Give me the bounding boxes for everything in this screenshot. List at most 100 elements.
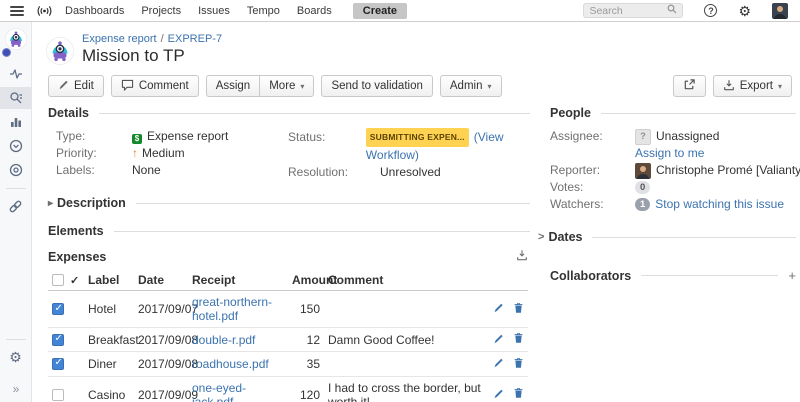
page-title: Mission to TP — [82, 46, 185, 66]
sidebar-item-reports[interactable] — [0, 111, 32, 133]
cell-date: 2017/09/08 — [134, 328, 188, 352]
app-logo-icon[interactable] — [36, 4, 53, 18]
assignee-value: ? Unassigned — [635, 128, 719, 145]
sidebar-item-search-issues[interactable] — [0, 87, 32, 109]
receipt-link[interactable]: great-northern-hotel.pdf — [192, 295, 272, 323]
cell-comment: I had to cross the border, but worth it! — [324, 376, 486, 402]
delete-row-icon[interactable] — [513, 332, 524, 347]
chevron-right-icon: ▸ — [48, 198, 53, 209]
delete-row-icon[interactable] — [513, 387, 524, 402]
row-checkbox[interactable] — [52, 389, 64, 401]
delete-row-icon[interactable] — [513, 357, 524, 372]
type-value: $Expense report — [132, 128, 228, 145]
share-button[interactable] — [673, 75, 706, 97]
assign-button-group: Assign More ▾ — [206, 75, 315, 97]
receipt-link[interactable]: roadhouse.pdf — [192, 357, 269, 371]
table-row: Hotel 2017/09/07 great-northern-hotel.pd… — [48, 291, 528, 328]
assign-to-me-link[interactable]: Assign to me — [635, 145, 704, 162]
cell-date: 2017/09/08 — [134, 352, 188, 376]
row-checkbox[interactable] — [52, 334, 64, 346]
assign-button[interactable]: Assign — [206, 75, 260, 97]
cell-amount: 12 — [288, 328, 324, 352]
breadcrumb-project-link[interactable]: Expense report — [82, 33, 157, 45]
create-button[interactable]: Create — [353, 3, 407, 19]
avatar-badge — [2, 48, 11, 57]
help-button[interactable]: ? — [704, 4, 717, 17]
delete-row-icon[interactable] — [513, 302, 524, 317]
people-module-header: People — [550, 106, 796, 120]
dates-heading: Dates — [548, 230, 582, 244]
priority-text: Medium — [142, 146, 185, 160]
project-sidebar: ⚙ » — [0, 22, 32, 402]
edit-row-icon[interactable] — [493, 357, 504, 371]
priority-label: Priority: — [48, 145, 132, 162]
nav-issues[interactable]: Issues — [198, 5, 230, 17]
reporter-text: Christophe Promé [Valiantys] — [656, 162, 800, 179]
sidebar-collapse-button[interactable]: » — [0, 378, 32, 400]
status-badge: SUBMITTING EXPEN... — [366, 128, 469, 147]
sidebar-item-releases[interactable] — [0, 135, 32, 157]
nav-tempo[interactable]: Tempo — [247, 5, 280, 17]
elements-module-header: Elements — [48, 224, 530, 238]
edit-button[interactable]: Edit — [48, 75, 104, 97]
admin-dropdown-button[interactable]: Admin ▾ — [440, 75, 502, 97]
toolbar-right-group: Export ▾ — [673, 75, 792, 97]
menu-icon[interactable] — [10, 6, 24, 16]
labels-label: Labels: — [48, 162, 132, 179]
reporter-avatar[interactable] — [635, 163, 651, 179]
description-module-header[interactable]: ▸ Description — [48, 196, 530, 210]
comment-button[interactable]: Comment — [111, 75, 199, 97]
project-avatar-small[interactable] — [5, 28, 27, 55]
breadcrumb-separator: / — [161, 33, 164, 45]
admin-label: Admin — [450, 80, 483, 92]
description-heading: Description — [57, 196, 126, 210]
chevron-down-icon: ▾ — [300, 82, 304, 91]
heading-rule — [601, 113, 796, 114]
cell-comment — [324, 352, 486, 376]
sidebar-item-settings-circle[interactable] — [0, 159, 32, 181]
sidebar-item-links[interactable] — [0, 195, 32, 217]
issue-main-column: Details Type: $Expense report Priority: … — [48, 106, 530, 402]
stop-watching-link[interactable]: Stop watching this issue — [655, 196, 784, 213]
dates-module-header[interactable]: > Dates — [550, 230, 796, 244]
expenses-header: Expenses — [48, 249, 528, 264]
details-module-header[interactable]: Details — [48, 106, 530, 120]
heading-rule — [592, 237, 796, 238]
nav-dashboards[interactable]: Dashboards — [65, 5, 124, 17]
receipt-link[interactable]: double-r.pdf — [192, 333, 255, 347]
details-fields: Type: $Expense report Priority: ↑Medium … — [48, 128, 530, 181]
user-avatar[interactable] — [772, 3, 788, 19]
edit-row-icon[interactable] — [493, 388, 504, 402]
project-settings-button[interactable]: ⚙ — [0, 346, 32, 368]
receipt-link[interactable]: one-eyed-jack.pdf — [192, 381, 246, 402]
send-to-validation-button[interactable]: Send to validation — [321, 75, 432, 97]
nav-boards[interactable]: Boards — [297, 5, 332, 17]
cell-label: Casino — [84, 376, 134, 402]
watchers-count-badge[interactable]: 1 — [635, 198, 650, 211]
select-all-checkbox[interactable] — [52, 274, 64, 286]
export-expenses-icon[interactable] — [516, 249, 528, 264]
row-checkbox[interactable] — [52, 303, 64, 315]
votes-count-badge[interactable]: 0 — [635, 181, 650, 194]
edit-label: Edit — [74, 80, 94, 92]
edit-row-icon[interactable] — [493, 302, 504, 316]
sidebar-divider — [6, 188, 26, 189]
row-checkbox[interactable] — [52, 358, 64, 370]
more-dropdown-button[interactable]: More ▾ — [259, 75, 314, 97]
search-input[interactable]: Search — [583, 3, 683, 18]
nav-projects[interactable]: Projects — [141, 5, 181, 17]
jira-issue-page: Dashboards Projects Issues Tempo Boards … — [0, 0, 800, 402]
settings-button[interactable]: ⚙ — [738, 4, 751, 18]
breadcrumb-issue-key-link[interactable]: EXPREP-7 — [168, 33, 222, 45]
votes-label: Votes: — [550, 179, 635, 196]
priority-medium-icon: ↑ — [132, 146, 138, 160]
sidebar-item-activity[interactable] — [0, 63, 32, 85]
cell-amount: 120 — [288, 376, 324, 402]
project-avatar[interactable] — [46, 37, 74, 70]
question-icon: ? — [640, 129, 646, 145]
export-dropdown-button[interactable]: Export ▾ — [713, 75, 792, 97]
labels-value: None — [132, 162, 161, 179]
edit-row-icon[interactable] — [493, 333, 504, 347]
add-collaborator-icon[interactable]: + — [788, 268, 796, 283]
column-date: Date — [134, 270, 188, 291]
